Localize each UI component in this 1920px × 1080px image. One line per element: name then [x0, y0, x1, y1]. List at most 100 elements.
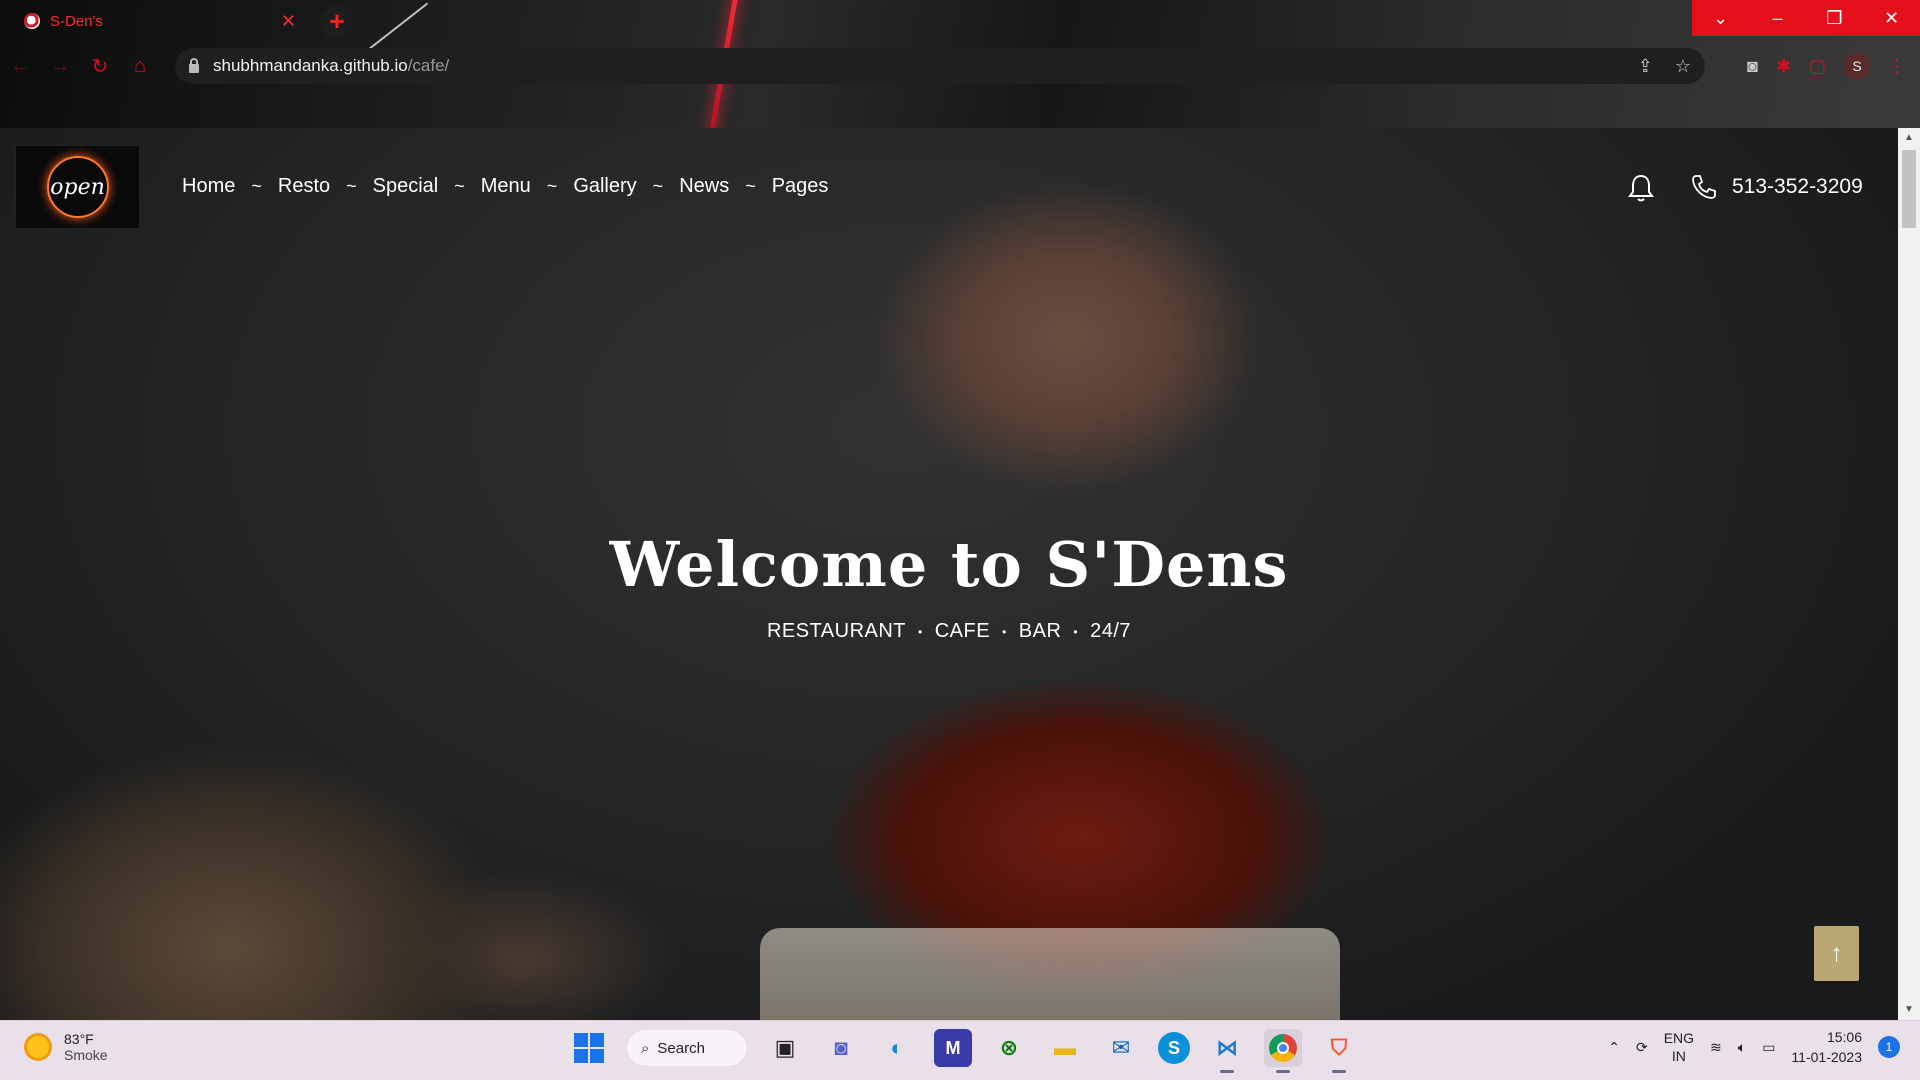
volume-icon[interactable]: 🔈︎	[1738, 1039, 1746, 1056]
weather-sun-icon	[24, 1033, 52, 1061]
nav-resto[interactable]: Resto	[278, 175, 330, 198]
sidebar-icon[interactable]: ▢	[1809, 56, 1826, 77]
bookmark-star-icon[interactable]: ☆	[1675, 56, 1691, 77]
lock-icon[interactable]	[189, 57, 199, 73]
bell-icon[interactable]	[1628, 173, 1654, 203]
tag-24-7: 24/7	[1090, 620, 1132, 642]
chrome-icon[interactable]	[1264, 1029, 1302, 1073]
clock[interactable]: 15:06 11-01-2023	[1791, 1027, 1862, 1067]
nav-separator: ~	[454, 176, 465, 196]
favicon-icon	[24, 13, 40, 29]
phone-contact[interactable]: 513-352-3209	[1690, 173, 1863, 201]
dot-separator: •	[1073, 625, 1079, 639]
scrollbar-thumb[interactable]	[1902, 150, 1916, 228]
back-arrow-icon[interactable]: ←	[0, 55, 40, 78]
taskbar-apps: ⌕ Search ▣ ◙ ◐ M ⊗ ▬ ✉ S ⋈ ⛉	[570, 1029, 1358, 1073]
logo-ring: open	[46, 156, 109, 218]
notification-badge[interactable]: 1	[1878, 1036, 1900, 1058]
wifi-icon[interactable]: ≋	[1710, 1039, 1722, 1056]
hero-title: Welcome to S'Dens	[609, 528, 1289, 601]
nav-pages[interactable]: Pages	[772, 175, 829, 198]
phone-icon	[1692, 175, 1716, 199]
browser-menu-icon[interactable]: ⋮	[1888, 56, 1906, 77]
system-tray: ⌃ ⟳ ENG IN ≋ 🔈︎ ▭ 15:06 11-01-2023 1	[1608, 1027, 1900, 1067]
new-tab-button[interactable]: +	[320, 5, 354, 39]
nav-special[interactable]: Special	[373, 175, 439, 198]
address-bar[interactable]: shubhmandanka.github.io/cafe/ ⇪ ☆	[175, 48, 1705, 84]
camera-icon[interactable]: ◙	[1747, 56, 1758, 77]
tag-restaurant: RESTAURANT	[766, 620, 907, 642]
hero-tagline: RESTAURANT • CAFE • BAR • 24/7	[0, 620, 1898, 644]
extensions-area: ◙ ✱ ▢ S ⋮	[1747, 48, 1906, 84]
profile-avatar[interactable]: S	[1844, 53, 1870, 79]
nav-gallery[interactable]: Gallery	[573, 175, 636, 198]
window-controls: ⌄ – ❐ ✕	[1692, 0, 1920, 36]
taskbar: 83°F Smoke ⌕ Search ▣ ◙ ◐ M ⊗ ▬ ✉ S ⋈ ⛉ …	[0, 1020, 1920, 1080]
start-button[interactable]	[570, 1029, 608, 1067]
main-nav: Home ~ Resto ~ Special ~ Menu ~ Gallery …	[182, 175, 828, 198]
restore-button[interactable]: ❐	[1806, 0, 1863, 36]
page-scrollbar[interactable]: ▲ ▼	[1898, 128, 1920, 1020]
windows-logo-icon	[574, 1033, 604, 1063]
wallpaper-decoration	[363, 2, 429, 54]
battery-icon[interactable]: ▭	[1762, 1039, 1775, 1056]
hero-section: open Home ~ Resto ~ Special ~ Menu ~ Gal…	[0, 128, 1898, 1020]
browser-toolbar: ← → ↻ ⌂ shubhmandanka.github.io/cafe/ ⇪ …	[0, 48, 1920, 84]
dot-separator: •	[918, 625, 923, 639]
site-logo[interactable]: open	[15, 145, 140, 229]
skype-icon[interactable]: S	[1158, 1032, 1190, 1064]
teams-chat-icon[interactable]: ◙	[822, 1029, 860, 1067]
weather-temp: 83°F	[64, 1031, 94, 1047]
task-view-icon[interactable]: ▣	[766, 1029, 804, 1067]
weather-widget[interactable]: 83°F Smoke	[24, 1031, 108, 1063]
nav-separator: ~	[346, 176, 357, 196]
vscode-icon[interactable]: ⋈	[1208, 1029, 1246, 1073]
edge-icon[interactable]: ◐	[878, 1029, 916, 1067]
tab-search-button[interactable]: ⌄	[1692, 0, 1749, 36]
home-icon[interactable]: ⌂	[120, 55, 160, 78]
lang-region: IN	[1671, 1048, 1686, 1064]
coffee-cup-image	[760, 928, 1340, 1020]
dot-separator: •	[1002, 625, 1007, 639]
nav-separator: ~	[652, 176, 664, 196]
brave-icon[interactable]: ⛉	[1320, 1029, 1358, 1073]
close-tab-icon[interactable]: ✕	[281, 11, 296, 32]
nav-separator: ~	[546, 176, 558, 196]
xbox-icon[interactable]: ⊗	[990, 1029, 1028, 1067]
nav-menu[interactable]: Menu	[481, 175, 531, 198]
file-explorer-icon[interactable]: ▬	[1046, 1029, 1084, 1067]
browser-tab[interactable]: S-Den's ✕	[10, 6, 310, 36]
tray-overflow-chevron-icon[interactable]: ⌃	[1608, 1039, 1620, 1056]
back-to-top-button[interactable]: ↑	[1814, 926, 1859, 981]
puzzle-extension-icon[interactable]: ✱	[1776, 56, 1791, 77]
sync-icon[interactable]: ⟳	[1636, 1039, 1648, 1056]
minimize-button[interactable]: –	[1749, 0, 1806, 36]
weather-desc: Smoke	[64, 1047, 108, 1063]
share-icon[interactable]: ⇪	[1638, 56, 1653, 77]
lang-code: ENG	[1663, 1030, 1695, 1046]
visual-studio-icon[interactable]: M	[934, 1029, 972, 1067]
browser-chrome: S-Den's ✕ + ⌄ – ❐ ✕ ← → ↻ ⌂ shubhmandank…	[0, 0, 1920, 128]
nav-separator: ~	[251, 176, 262, 196]
nav-news[interactable]: News	[679, 175, 729, 198]
nav-home[interactable]: Home	[182, 175, 235, 198]
search-icon: ⌕	[641, 1039, 650, 1057]
tag-bar: BAR	[1018, 620, 1062, 642]
scroll-up-arrow-icon[interactable]: ▲	[1898, 130, 1920, 146]
url-path: /cafe/	[407, 56, 450, 75]
scroll-down-arrow-icon[interactable]: ▼	[1898, 1002, 1920, 1018]
mail-icon[interactable]: ✉	[1102, 1029, 1140, 1067]
close-window-button[interactable]: ✕	[1863, 0, 1920, 36]
tag-cafe: CAFE	[934, 620, 991, 642]
reload-icon[interactable]: ↻	[80, 54, 120, 79]
tab-title: S-Den's	[50, 12, 103, 30]
forward-arrow-icon[interactable]: →	[40, 55, 80, 78]
clock-date: 11-01-2023	[1791, 1049, 1862, 1065]
search-label: Search	[657, 1039, 705, 1057]
phone-number[interactable]: 513-352-3209	[1732, 175, 1863, 199]
nav-separator: ~	[745, 176, 756, 196]
url-host: shubhmandanka.github.io	[213, 56, 408, 75]
taskbar-search[interactable]: ⌕ Search	[626, 1029, 748, 1067]
language-indicator[interactable]: ENG IN	[1664, 1029, 1694, 1065]
clock-time: 15:06	[1826, 1029, 1862, 1045]
